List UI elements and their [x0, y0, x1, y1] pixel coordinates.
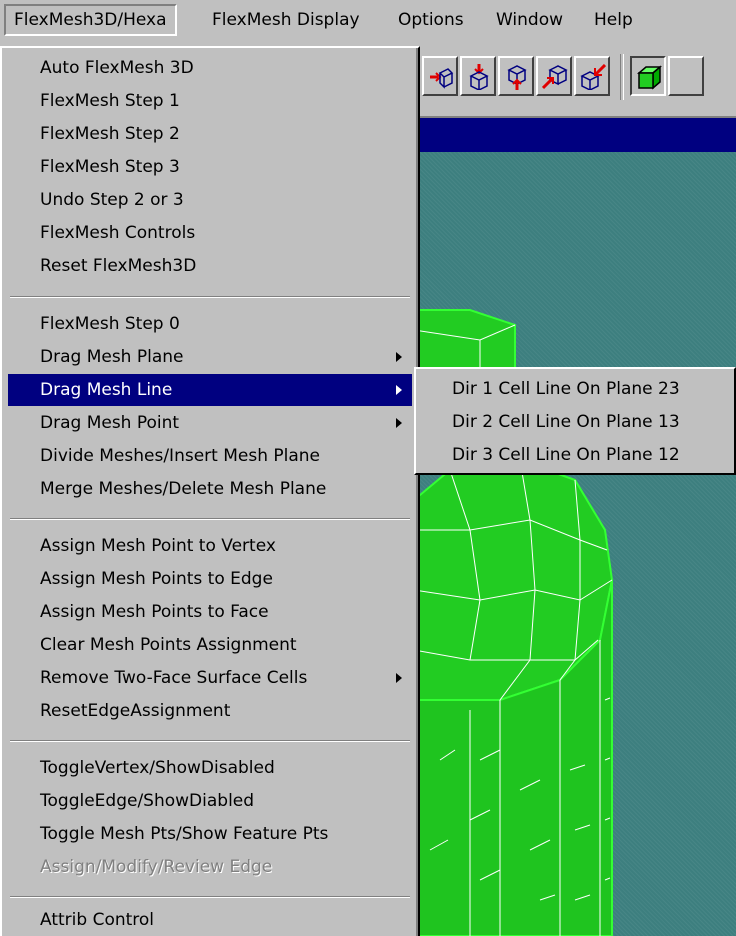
menu-item-drag-mesh-line[interactable]: Drag Mesh Line: [8, 374, 412, 406]
solid-view-button[interactable]: [630, 56, 666, 96]
menu-item-attrib-control[interactable]: Attrib Control: [8, 904, 412, 936]
submenu-item-dir-2[interactable]: Dir 2 Cell Line On Plane 13: [420, 406, 730, 438]
menu-item-toggle-vertex[interactable]: ToggleVertex/ShowDisabled: [8, 752, 412, 784]
submenu-arrow-icon: [396, 673, 402, 683]
submenu-item-dir-3[interactable]: Dir 3 Cell Line On Plane 12: [420, 439, 730, 471]
menu-item-undo-step-2-or-3[interactable]: Undo Step 2 or 3: [8, 184, 412, 216]
submenu-arrow-icon: [396, 385, 402, 395]
flexmesh3d-hexa-dropdown: Auto FlexMesh 3D FlexMesh Step 1 FlexMes…: [0, 46, 420, 936]
menu-separator: [10, 740, 410, 742]
face-drop-button[interactable]: [460, 56, 496, 96]
toolbar: [414, 46, 736, 118]
menu-item-assign-mesh-points-to-face[interactable]: Assign Mesh Points to Face: [8, 596, 412, 628]
menu-help[interactable]: Help: [586, 4, 641, 36]
face-offset-icon: [430, 68, 454, 89]
face-pin-button[interactable]: [498, 56, 534, 96]
menu-separator: [10, 296, 410, 298]
face-pin-icon: [507, 65, 527, 90]
menu-separator: [10, 896, 410, 898]
menu-item-divide-meshes[interactable]: Divide Meshes/Insert Mesh Plane: [8, 440, 412, 472]
menu-item-label: Remove Two-Face Surface Cells: [40, 668, 308, 688]
menu-item-toggle-edge[interactable]: ToggleEdge/ShowDiabled: [8, 785, 412, 817]
graphics-viewport[interactable]: [414, 152, 736, 936]
submenu-arrow-icon: [396, 418, 402, 428]
menu-item-label: Drag Mesh Point: [40, 413, 180, 433]
menu-item-flexmesh-step-2[interactable]: FlexMesh Step 2: [8, 118, 412, 150]
menu-item-assign-modify-review-edge: Assign/Modify/Review Edge: [40, 857, 273, 877]
face-arrow-icon: [542, 65, 568, 90]
solid-cube-icon: [636, 65, 662, 90]
menu-item-assign-mesh-point-to-vertex[interactable]: Assign Mesh Point to Vertex: [8, 530, 412, 562]
toolbar-separator: [620, 54, 624, 100]
submenu-item-dir-1[interactable]: Dir 1 Cell Line On Plane 23: [420, 373, 730, 405]
menu-item-label: Drag Mesh Line: [40, 380, 173, 400]
menu-bar: FlexMesh3D/Hexa FlexMesh Display Options…: [0, 0, 736, 47]
face-arrow-button[interactable]: [536, 56, 572, 96]
face-offset-button[interactable]: [422, 56, 458, 96]
menu-item-flexmesh-step-1[interactable]: FlexMesh Step 1: [8, 85, 412, 117]
graphics-window-titlebar[interactable]: [414, 118, 736, 152]
face-corner-icon: [580, 64, 606, 90]
submenu-arrow-icon: [396, 352, 402, 362]
menu-flexmesh3d-hexa[interactable]: FlexMesh3D/Hexa: [4, 4, 177, 36]
mesh-model: [414, 309, 614, 936]
menu-item-reset-edge-assignment[interactable]: ResetEdgeAssignment: [8, 695, 412, 727]
menu-separator: [10, 518, 410, 520]
menu-item-drag-mesh-point[interactable]: Drag Mesh Point: [8, 407, 412, 439]
menu-item-merge-meshes[interactable]: Merge Meshes/Delete Mesh Plane: [8, 473, 412, 505]
menu-flexmesh-display[interactable]: FlexMesh Display: [204, 4, 368, 36]
menu-item-reset-flexmesh3d[interactable]: Reset FlexMesh3D: [8, 250, 412, 282]
menu-item-flexmesh-step-3[interactable]: FlexMesh Step 3: [8, 151, 412, 183]
face-corner-button[interactable]: [574, 56, 610, 96]
menu-item-flexmesh-controls[interactable]: FlexMesh Controls: [8, 217, 412, 249]
drag-mesh-line-submenu: Dir 1 Cell Line On Plane 23 Dir 2 Cell L…: [414, 367, 736, 475]
menu-options[interactable]: Options: [390, 4, 472, 36]
menu-item-flexmesh-step-0[interactable]: FlexMesh Step 0: [8, 308, 412, 340]
menu-item-label: Drag Mesh Plane: [40, 347, 184, 367]
menu-item-assign-mesh-points-to-edge[interactable]: Assign Mesh Points to Edge: [8, 563, 412, 595]
menu-item-auto-flexmesh-3d[interactable]: Auto FlexMesh 3D: [8, 52, 412, 84]
menu-item-toggle-mesh-pts[interactable]: Toggle Mesh Pts/Show Feature Pts: [8, 818, 412, 850]
toolbar-overflow-button[interactable]: [668, 56, 704, 96]
menu-item-remove-two-face-surface-cells[interactable]: Remove Two-Face Surface Cells: [8, 662, 412, 694]
menu-item-clear-mesh-points-assignment[interactable]: Clear Mesh Points Assignment: [8, 629, 412, 661]
menu-item-drag-mesh-plane[interactable]: Drag Mesh Plane: [8, 341, 412, 373]
face-drop-icon: [469, 64, 489, 90]
menu-window[interactable]: Window: [488, 4, 571, 36]
